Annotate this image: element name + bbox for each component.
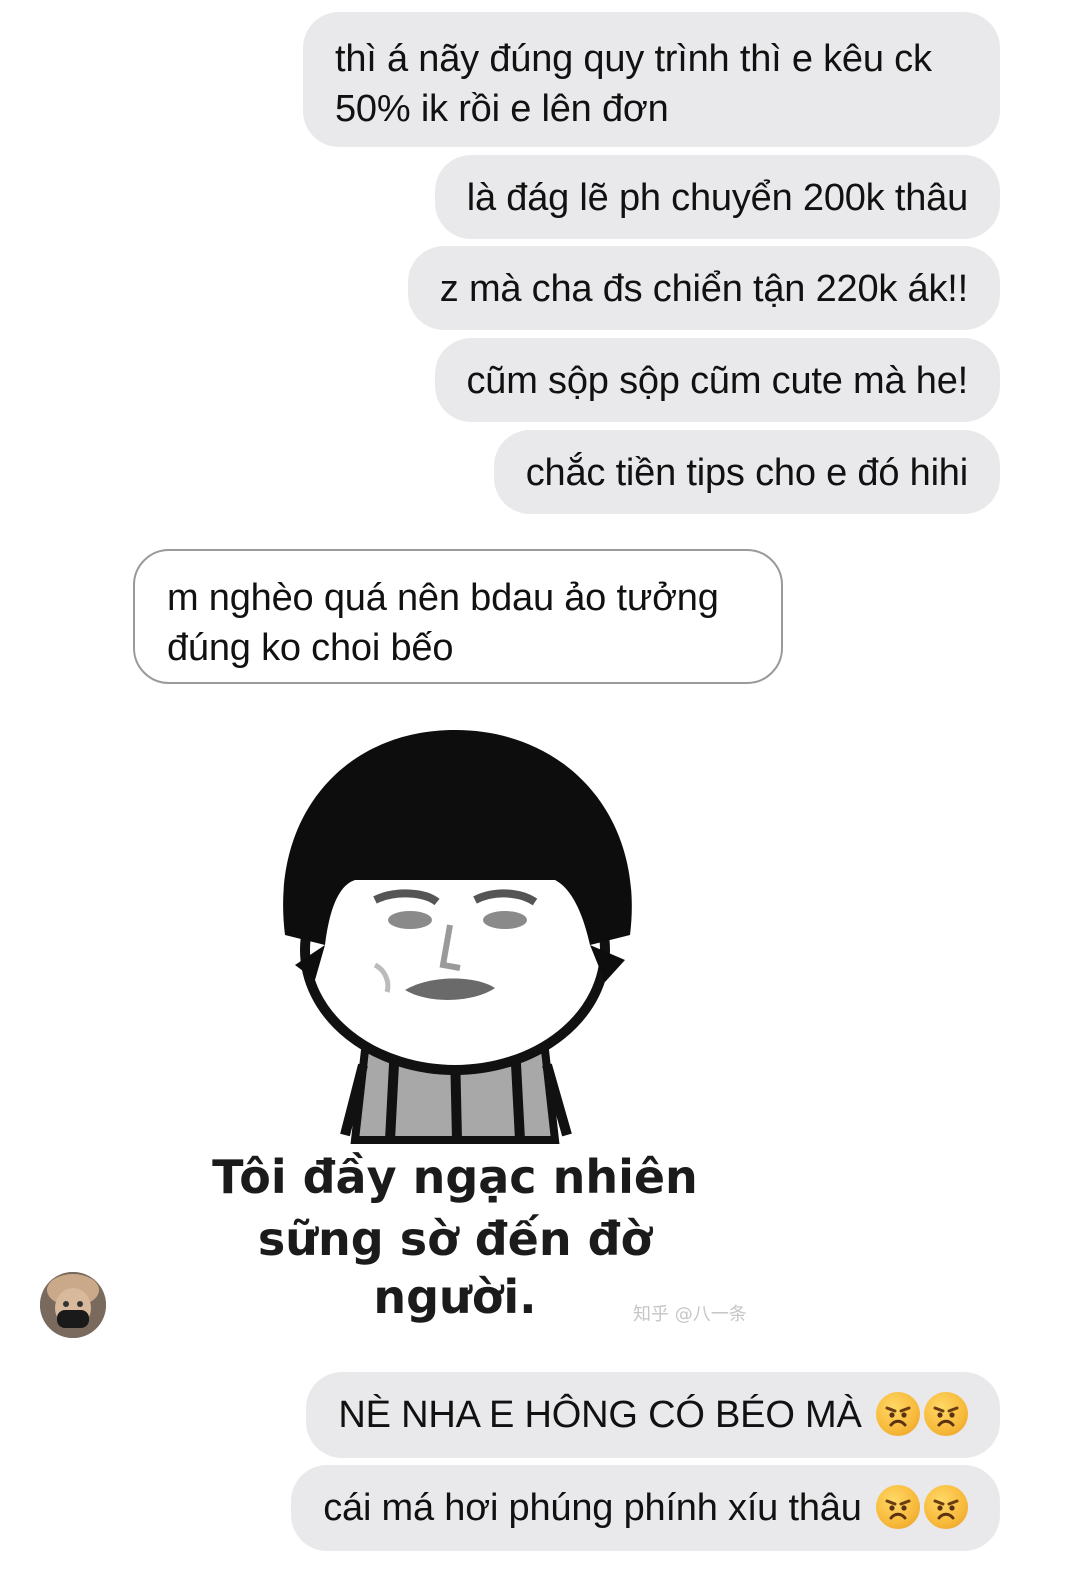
message-bubble-outgoing[interactable]: chắc tiền tips cho e đó hihi (493, 430, 1000, 514)
message-text: thì á nãy đúng quy trình thì e kêu ck 50… (335, 38, 932, 130)
message-text: NÈ NHA E HÔNG CÓ BÉO MÀ (338, 1394, 862, 1436)
message-text: là đág lẽ ph chuyển 200k thâu (466, 177, 968, 219)
meme-sticker[interactable]: Tôi đầy ngạc nhiên sững sờ đến đờ người.… (175, 720, 775, 1340)
sticker-watermark: 知乎 @八一条 (633, 1304, 747, 1325)
message-text: cái má hơi phúng phính xíu thâu (323, 1487, 862, 1529)
message-bubble-incoming[interactable]: m nghèo quá nên bdau ảo tưởng đúng ko ch… (133, 549, 783, 684)
angry-face-icon (924, 1392, 968, 1436)
message-bubble-outgoing[interactable]: cũm sộp sộp cũm cute mà he! (434, 338, 1000, 422)
message-text: z mà cha đs chiển tận 220k ák!! (439, 268, 968, 310)
sticker-illustration (283, 730, 632, 1144)
sticker-caption-line1: Tôi đầy ngạc nhiên (212, 1150, 698, 1204)
message-bubble-outgoing[interactable]: NÈ NHA E HÔNG CÓ BÉO MÀ (306, 1372, 1000, 1458)
message-text: chắc tiền tips cho e đó hihi (525, 452, 968, 494)
message-text: m nghèo quá nên bdau ảo tưởng đúng ko ch… (167, 577, 719, 669)
angry-face-icon (876, 1485, 920, 1529)
avatar[interactable] (40, 1272, 106, 1338)
avatar-photo (40, 1272, 106, 1338)
message-bubble-outgoing[interactable]: z mà cha đs chiển tận 220k ák!! (407, 246, 1000, 330)
angry-face-icon (924, 1485, 968, 1529)
message-bubble-outgoing[interactable]: thì á nãy đúng quy trình thì e kêu ck 50… (303, 12, 1000, 147)
angry-face-icon (876, 1392, 920, 1436)
message-text: cũm sộp sộp cũm cute mà he! (466, 360, 969, 402)
message-bubble-outgoing[interactable]: là đág lẽ ph chuyển 200k thâu (434, 155, 1000, 239)
message-bubble-outgoing[interactable]: cái má hơi phúng phính xíu thâu (291, 1465, 1000, 1551)
